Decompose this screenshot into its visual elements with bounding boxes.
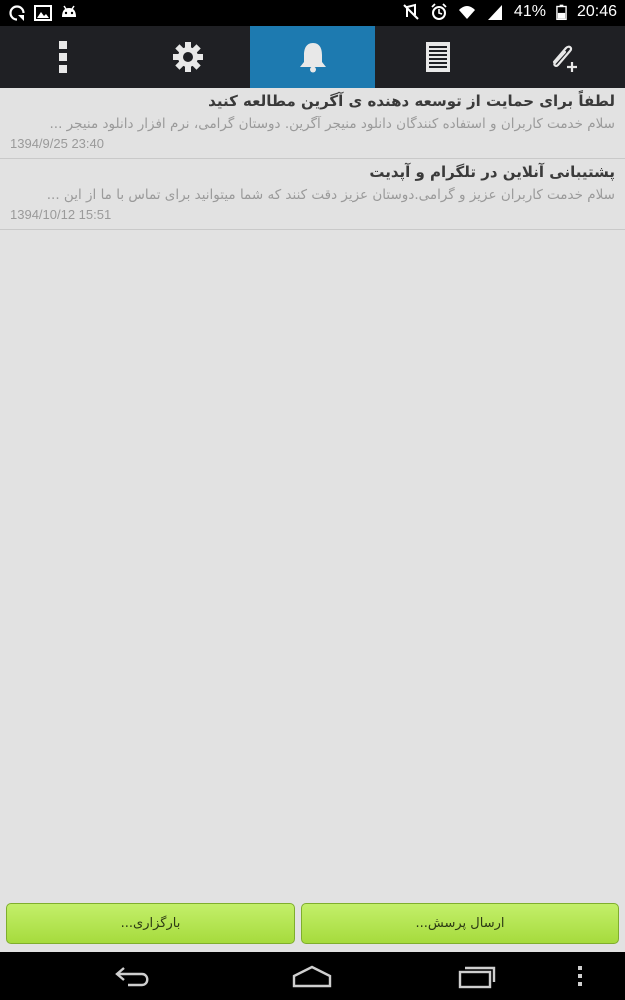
recents-button[interactable] bbox=[447, 960, 507, 992]
battery-icon bbox=[556, 4, 567, 21]
message-preview: سلام خدمت کاربران عزیز و گرامی.دوستان عز… bbox=[46, 187, 615, 203]
navigation-bar bbox=[0, 952, 625, 1000]
send-question-button[interactable]: ارسال پرسش... bbox=[301, 903, 619, 944]
back-button[interactable] bbox=[104, 960, 164, 992]
sync-icon bbox=[9, 5, 25, 21]
tab-add-attachment[interactable] bbox=[500, 26, 625, 88]
tab-settings[interactable] bbox=[125, 26, 250, 88]
reload-button[interactable]: بارگزاری... bbox=[6, 903, 295, 944]
list-item[interactable]: پشتیبانی آنلاین در تلگرام و آپدیت سلام خ… bbox=[0, 159, 625, 230]
bell-icon bbox=[299, 43, 326, 73]
mute-icon bbox=[403, 3, 419, 20]
recents-icon bbox=[458, 966, 496, 989]
image-icon bbox=[34, 5, 52, 21]
status-bar: 41% 20:46 bbox=[0, 0, 625, 26]
gear-icon bbox=[172, 42, 203, 72]
overflow-menu-icon bbox=[58, 41, 67, 73]
menu-button[interactable] bbox=[550, 960, 610, 992]
android-icon bbox=[62, 5, 76, 17]
top-toolbar bbox=[0, 26, 625, 88]
alarm-icon bbox=[431, 3, 447, 20]
message-title: پشتیبانی آنلاین در تلگرام و آپدیت bbox=[369, 163, 615, 181]
list-item[interactable]: لطفاً برای حمایت از توسعه دهنده ی آگرین … bbox=[0, 88, 625, 159]
wifi-icon bbox=[458, 6, 475, 19]
message-list: لطفاً برای حمایت از توسعه دهنده ی آگرین … bbox=[0, 88, 625, 230]
tab-notifications[interactable] bbox=[250, 26, 375, 88]
tab-overflow-menu[interactable] bbox=[0, 26, 125, 88]
home-icon bbox=[292, 965, 332, 988]
message-date: 1394/10/12 15:51 bbox=[10, 207, 112, 222]
message-preview: سلام خدمت کاربران و استفاده کنندگان دانل… bbox=[49, 116, 616, 132]
message-date: 1394/9/25 23:40 bbox=[10, 136, 104, 151]
attach-add-icon bbox=[552, 45, 577, 72]
battery-percent: 41% bbox=[513, 3, 546, 20]
back-icon bbox=[115, 967, 149, 987]
notification-icons bbox=[8, 4, 78, 22]
home-button[interactable] bbox=[282, 960, 342, 992]
message-title: لطفاً برای حمایت از توسعه دهنده ی آگرین … bbox=[208, 92, 615, 110]
tab-documents[interactable] bbox=[375, 26, 500, 88]
signal-icon bbox=[487, 5, 502, 20]
system-icons: 41% 20:46 bbox=[402, 3, 617, 21]
menu-icon bbox=[578, 966, 582, 986]
clock: 20:46 bbox=[576, 3, 617, 20]
document-list-icon bbox=[425, 42, 450, 72]
